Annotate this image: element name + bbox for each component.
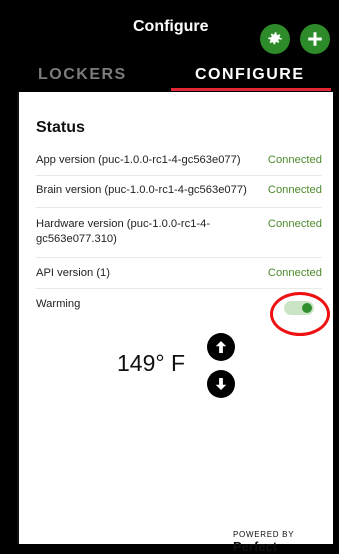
status-row-value: Connected bbox=[267, 267, 322, 279]
tab-bar: LOCKERS CONFIGURE bbox=[0, 62, 339, 92]
tab-lockers[interactable]: LOCKERS bbox=[38, 66, 127, 84]
status-row-hardware-version: Hardware version (puc-1.0.0-rc1-4-gc563e… bbox=[36, 217, 322, 258]
arrow-up-icon bbox=[215, 341, 227, 353]
decrease-temperature-button[interactable] bbox=[207, 370, 235, 398]
powered-by-text: POWERED BY bbox=[233, 530, 295, 539]
status-heading: Status bbox=[36, 119, 85, 136]
status-row-app-version: App version (puc-1.0.0-rc1-4-gc563e077) … bbox=[36, 153, 322, 176]
status-row-value: Connected bbox=[267, 218, 322, 230]
status-row-brain-version: Brain version (puc-1.0.0-rc1-4-gc563e077… bbox=[36, 183, 322, 208]
status-row-value: Connected bbox=[267, 184, 322, 196]
powered-by-footer: POWERED BY Perfect bbox=[233, 530, 339, 554]
add-button[interactable] bbox=[300, 24, 330, 54]
plus-icon bbox=[308, 32, 322, 46]
tab-configure[interactable]: CONFIGURE bbox=[195, 66, 305, 84]
page-title: Configure bbox=[133, 18, 209, 35]
app-screen: Configure LOCKERS CONFIGURE Status App v… bbox=[0, 0, 339, 554]
gear-icon bbox=[268, 32, 282, 45]
status-row-value: Connected bbox=[267, 154, 322, 166]
highlight-ring bbox=[270, 292, 330, 336]
status-row-label: Hardware version (puc-1.0.0-rc1-4-gc563e… bbox=[36, 218, 211, 245]
settings-button[interactable] bbox=[260, 24, 290, 54]
increase-temperature-button[interactable] bbox=[207, 333, 235, 361]
warming-label: Warming bbox=[36, 298, 81, 310]
status-row-label: API version (1) bbox=[36, 267, 110, 279]
temperature-readout: 149° F bbox=[117, 350, 186, 376]
status-row-label: Brain version (puc-1.0.0-rc1-4-gc563e077… bbox=[36, 184, 247, 196]
brand-logo: Perfect bbox=[233, 539, 278, 554]
active-tab-indicator bbox=[171, 88, 331, 91]
status-row-api-version: API version (1) Connected bbox=[36, 266, 322, 289]
status-row-label: App version (puc-1.0.0-rc1-4-gc563e077) bbox=[36, 154, 241, 166]
arrow-down-icon bbox=[215, 378, 227, 390]
